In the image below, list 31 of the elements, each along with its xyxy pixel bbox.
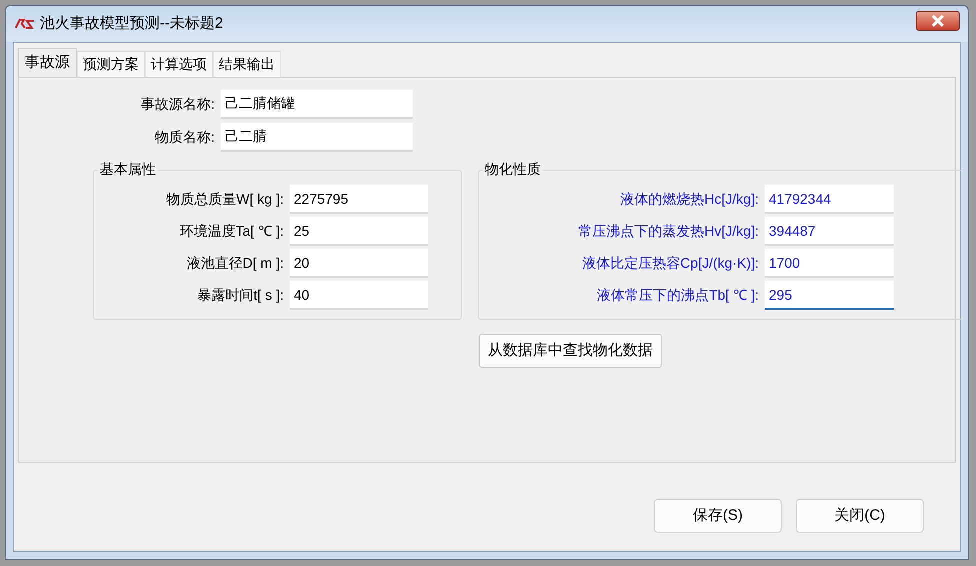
- field-label: 事故源名称:: [140, 95, 215, 114]
- tab[interactable]: 结果输出: [213, 51, 281, 77]
- field-label: 液体常压下的沸点Tb[ ℃ ]:: [596, 286, 759, 305]
- dialog-button[interactable]: 关闭(C): [796, 499, 924, 533]
- input-field[interactable]: 40: [290, 281, 428, 310]
- field-label: 常压沸点下的蒸发热Hv[J/kg]:: [578, 222, 759, 241]
- tab[interactable]: 预测方案: [77, 51, 145, 77]
- window-title: 池火事故模型预测--未标题2: [40, 14, 224, 34]
- tab[interactable]: 事故源: [18, 48, 77, 78]
- app-logo-icon: [14, 18, 36, 30]
- input-field[interactable]: 394487: [765, 217, 894, 246]
- input-field[interactable]: 295: [765, 281, 894, 310]
- input-field[interactable]: 41792344: [765, 185, 894, 214]
- input-field[interactable]: 己二腈: [221, 123, 413, 152]
- input-field[interactable]: 25: [290, 217, 428, 246]
- field-label: 液体的燃烧热Hc[J/kg]:: [620, 190, 759, 209]
- input-field[interactable]: 己二腈储罐: [221, 90, 413, 119]
- close-icon: [931, 15, 945, 27]
- field-label: 液体比定压热容Cp[J/(kg·K)]:: [581, 254, 759, 273]
- field-label: 物质总质量W[ kg ]:: [166, 190, 284, 209]
- field-label: 环境温度Ta[ ℃ ]:: [178, 222, 284, 241]
- tab[interactable]: 计算选项: [145, 51, 213, 77]
- field-label: 暴露时间t[ s ]:: [196, 286, 284, 305]
- input-field[interactable]: 1700: [765, 249, 894, 278]
- field-label: 液池直径D[ m ]:: [186, 254, 284, 273]
- input-field[interactable]: 2275795: [290, 185, 428, 214]
- close-button[interactable]: [916, 11, 960, 31]
- input-field[interactable]: 20: [290, 249, 428, 278]
- dialog-button[interactable]: 保存(S): [654, 499, 782, 533]
- lookup-button[interactable]: 从数据库中查找物化数据: [479, 334, 662, 368]
- field-label: 物质名称:: [154, 128, 215, 147]
